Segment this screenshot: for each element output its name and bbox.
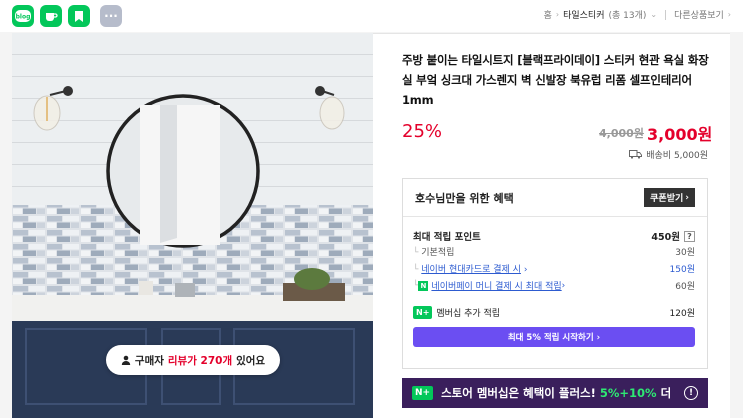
points-row-value: 30원 [675,248,695,258]
discount-rate: 25% [402,121,443,142]
chevron-right-icon: › [520,265,528,275]
help-icon[interactable]: ? [684,230,695,242]
membership-row: N+ 멤버십 추가 적립 120원 [413,306,695,319]
chevron-right-icon: › [561,280,566,291]
points-row-basic: └ 기본적립 30원 [413,245,695,258]
original-price: 4,000원 [599,127,644,140]
start-membership-button[interactable]: 최대 5% 적립 시작하기 › [413,327,695,347]
nplus-badge: N+ [413,306,433,319]
benefit-box: 호수님만을 위한 혜택 쿠폰받기 › 최대 적립 포인트 450원 ? └ 기본… [402,178,708,369]
benefit-title: 호수님만을 위한 혜택 [415,191,514,205]
shipping-fee: 배송비 5,000원 [646,151,708,161]
review-suffix: 있어요 [236,354,266,367]
card-link[interactable]: 네이버 현대카드로 결제 시 [421,265,521,275]
chevron-right-icon: › [727,10,731,19]
blog-share-icon[interactable]: blog [12,5,34,27]
points-row-value: 150원 [669,265,695,275]
review-count-pill[interactable]: 구매자 리뷰가 270개 있어요 [106,345,280,375]
max-points-row: 최대 적립 포인트 450원 ? [413,229,695,243]
breadcrumb-count: (총 13개) [608,11,647,21]
person-icon [121,355,131,365]
sale-price: 3,000원 [647,125,713,144]
nplus-badge: N+ [412,386,434,400]
review-prefix: 구매자 [134,354,164,367]
naver-pay-icon: N [418,280,429,291]
banner-suffix: 더 [660,386,672,400]
breadcrumb: 홈 › 타일스티커 (총 13개) ⌄ 다른상품보기 › [544,8,731,21]
membership-label: 멤버십 추가 적립 [436,309,501,319]
chevron-right-icon: › [685,192,689,203]
chevron-down-icon[interactable]: ⌄ [650,10,657,19]
review-count: 리뷰가 270개 [167,354,233,367]
points-row-npay: └ N 네이버페이 머니 결제 시 최대 적립 › 60원 [413,279,695,292]
coupon-button[interactable]: 쿠폰받기 › [644,188,695,207]
divider [665,9,667,20]
coupon-label: 쿠폰받기 [650,194,684,204]
cafe-share-icon[interactable] [40,5,62,27]
chevron-right-icon: › [555,10,560,19]
membership-value: 120원 [669,309,695,319]
shipping-info: 배송비 5,000원 [629,148,708,161]
max-points-value: 450원 [651,232,680,243]
benefit-header: 호수님만을 위한 혜택 쿠폰받기 › [403,179,707,217]
points-row-value: 60원 [675,282,695,292]
banner-highlight: 5%+10% [599,386,657,400]
truck-icon [629,150,643,159]
more-share-icon[interactable]: ··· [100,5,122,27]
banner-text: 스토어 멤버십은 혜택이 플러스! [441,386,596,400]
info-icon[interactable]: ! [684,386,698,400]
max-points-label: 최대 적립 포인트 [413,232,481,243]
points-row-card: └ 네이버 현대카드로 결제 시 › 150원 [413,262,695,275]
npay-link[interactable]: 네이버페이 머니 결제 시 최대 적립 [431,279,561,292]
breadcrumb-home[interactable]: 홈 [544,8,552,21]
breadcrumb-category[interactable]: 타일스티커 [563,8,604,21]
membership-banner[interactable]: N+ 스토어 멤버십은 혜택이 플러스! 5%+10% 더 ! [402,378,708,408]
product-title: 주방 붙이는 타일시트지 [블랙프라이데이] 스티커 현관 욕실 화장실 부엌 … [402,53,709,107]
svg-text:blog: blog [16,14,31,21]
other-products-link[interactable]: 다른상품보기 [674,8,724,21]
top-bar: blog ··· 홈 › 타일스티커 (총 13개) ⌄ 다른상품보기 › [0,0,743,32]
bookmark-share-icon[interactable] [68,5,90,27]
points-row-label: 기본적립 [421,248,455,258]
